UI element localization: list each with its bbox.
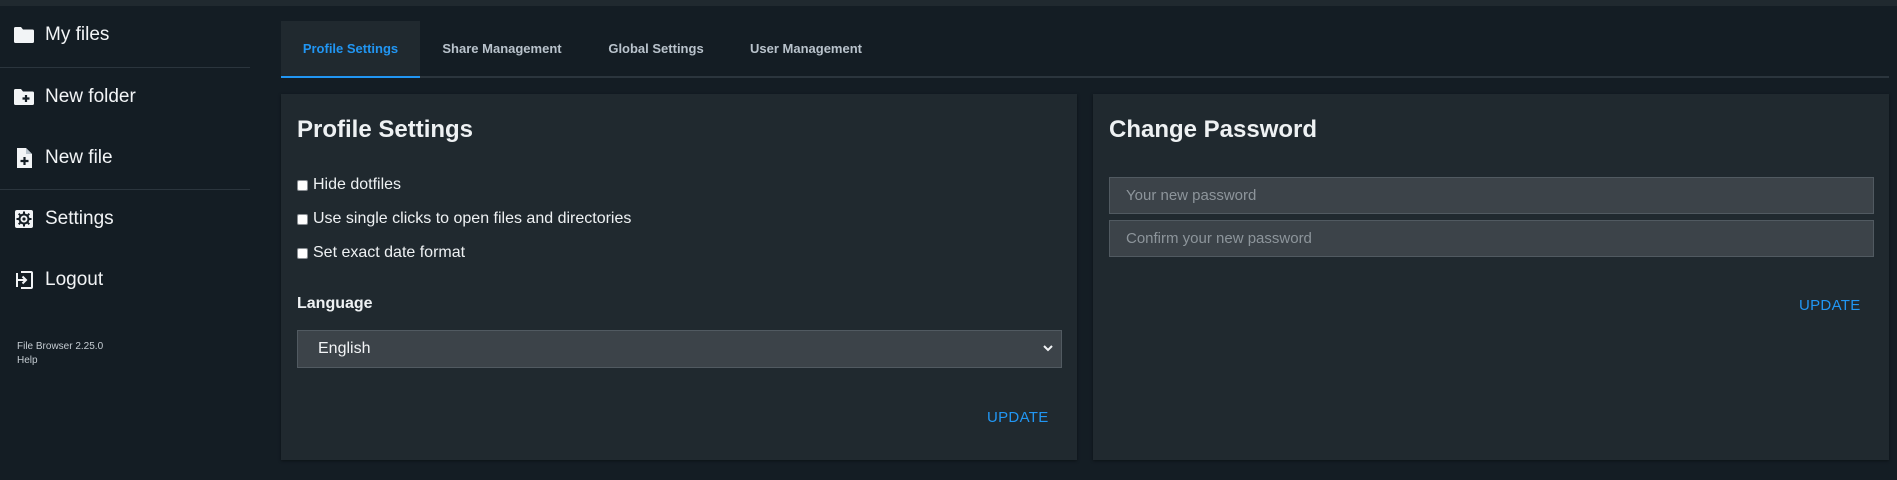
single-click-checkbox[interactable]	[297, 213, 308, 225]
help-link[interactable]: Help	[17, 354, 103, 368]
file-plus-icon	[13, 147, 35, 169]
version-link[interactable]: File Browser 2.25.0	[17, 340, 103, 354]
single-click-option[interactable]: Use single clicks to open files and dire…	[297, 207, 631, 231]
folder-icon	[13, 24, 35, 46]
checkbox-label: Set exact date format	[313, 244, 466, 261]
language-label: Language	[297, 295, 373, 312]
change-password-card: Change Password Your new password Confir…	[1093, 94, 1889, 460]
sidebar-item-label: Settings	[45, 208, 114, 229]
sidebar-item-label: My files	[45, 24, 110, 45]
folder-plus-icon	[13, 86, 35, 108]
sidebar-divider	[0, 67, 250, 68]
card-title: Profile Settings	[297, 116, 474, 143]
sidebar-item-my-files[interactable]: My files	[0, 10, 250, 60]
logout-icon	[13, 269, 35, 291]
checkbox-label: Hide dotfiles	[313, 176, 402, 193]
confirm-password-input[interactable]: Confirm your new password	[1109, 220, 1874, 257]
sidebar-divider	[0, 189, 250, 190]
hide-dotfiles-option[interactable]: Hide dotfiles	[297, 173, 401, 197]
exact-date-checkbox[interactable]	[297, 247, 308, 259]
sidebar-item-new-folder[interactable]: New folder	[0, 72, 250, 122]
gear-icon	[13, 208, 35, 230]
tab-user-management[interactable]: User Management	[733, 21, 879, 76]
tab-global-settings[interactable]: Global Settings	[596, 21, 716, 76]
sidebar-item-label: New file	[45, 147, 113, 168]
checkbox-label: Use single clicks to open files and dire…	[313, 210, 632, 227]
language-select[interactable]: English	[297, 330, 1062, 368]
profile-settings-card: Profile Settings Hide dotfiles Use singl…	[281, 94, 1077, 460]
sidebar-item-new-file[interactable]: New file	[0, 133, 250, 183]
sidebar-item-label: New folder	[45, 86, 136, 107]
sidebar-item-label: Logout	[45, 269, 104, 290]
tab-share-management[interactable]: Share Management	[429, 21, 575, 76]
top-bar	[0, 0, 1897, 6]
chevron-down-icon	[1043, 345, 1053, 352]
tab-profile-settings[interactable]: Profile Settings	[281, 21, 420, 78]
exact-date-option[interactable]: Set exact date format	[297, 241, 465, 265]
sidebar-item-logout[interactable]: Logout	[0, 255, 250, 305]
language-selected-value: English	[318, 340, 371, 357]
password-update-button[interactable]: UPDATE	[1799, 297, 1861, 314]
settings-tabs: Profile Settings Share Management Global…	[281, 21, 1889, 78]
card-title: Change Password	[1109, 116, 1318, 143]
sidebar: My files New folder New file Settings Lo…	[0, 6, 250, 480]
sidebar-item-settings[interactable]: Settings	[0, 194, 250, 244]
profile-update-button[interactable]: UPDATE	[987, 409, 1049, 426]
credits: File Browser 2.25.0 Help	[17, 340, 103, 368]
new-password-input[interactable]: Your new password	[1109, 177, 1874, 214]
hide-dotfiles-checkbox[interactable]	[297, 179, 308, 191]
